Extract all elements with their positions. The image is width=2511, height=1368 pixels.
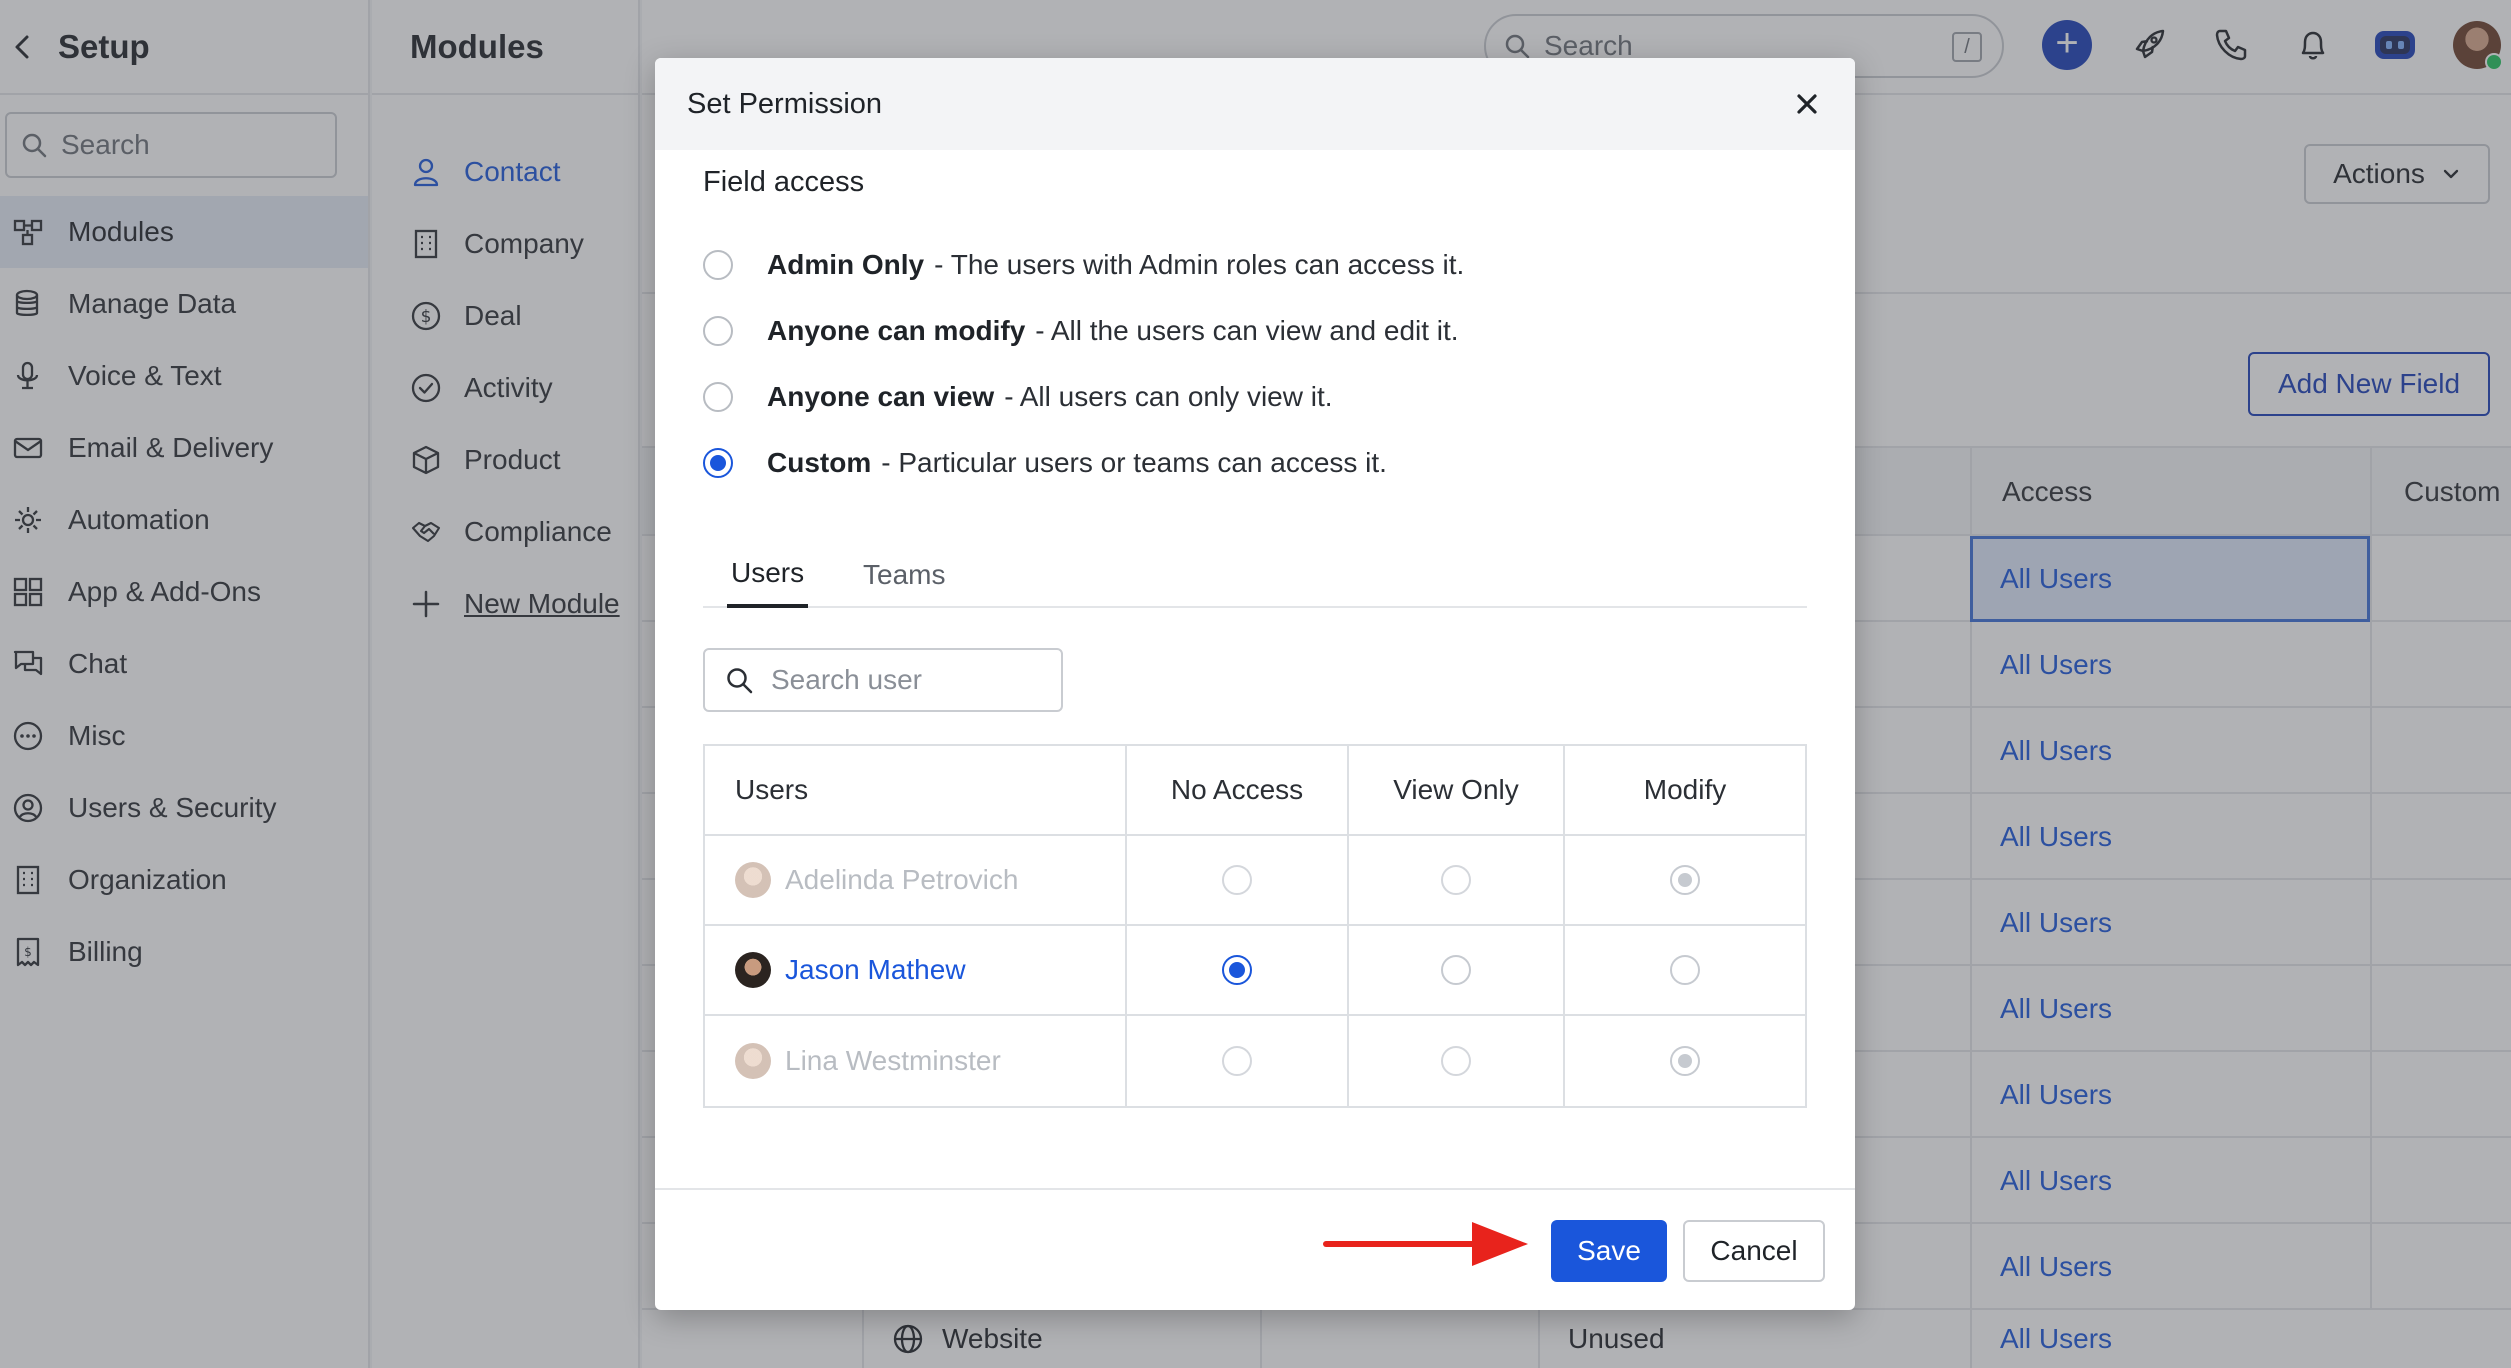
radio-modify[interactable] bbox=[1670, 955, 1700, 985]
user-name: Lina Westminster bbox=[785, 1045, 1001, 1076]
dialog-header: Set Permission bbox=[655, 58, 1855, 150]
column-header-users: Users bbox=[705, 746, 1127, 834]
radio-anyone-view[interactable] bbox=[703, 382, 733, 412]
radio-anyone-modify[interactable] bbox=[703, 316, 733, 346]
field-access-options: Admin Only - The users with Admin roles … bbox=[703, 232, 1464, 496]
radio-no-access bbox=[1222, 865, 1252, 895]
permission-tabs: Users Teams bbox=[703, 542, 1807, 608]
option-description: - The users with Admin roles can access … bbox=[934, 249, 1465, 280]
user-name[interactable]: Jason Mathew bbox=[785, 954, 966, 986]
radio-modify bbox=[1670, 1046, 1700, 1076]
radio-modify bbox=[1670, 865, 1700, 895]
tab-teams[interactable]: Teams bbox=[863, 542, 945, 608]
radio-no-access[interactable] bbox=[1222, 955, 1252, 985]
user-cell: Lina Westminster bbox=[705, 1016, 1127, 1106]
column-header-view-only: View Only bbox=[1349, 746, 1565, 834]
avatar bbox=[735, 952, 771, 988]
radio-view-only bbox=[1441, 1046, 1471, 1076]
option-anyone-modify[interactable]: Anyone can modify - All the users can vi… bbox=[703, 298, 1464, 364]
annotation-arrow-icon bbox=[1322, 1216, 1532, 1272]
option-description: - All the users can view and edit it. bbox=[1035, 315, 1459, 346]
save-button[interactable]: Save bbox=[1551, 1220, 1667, 1282]
close-icon[interactable] bbox=[1789, 86, 1825, 122]
no-access-cell bbox=[1127, 926, 1349, 1014]
modify-cell bbox=[1565, 926, 1805, 1014]
avatar bbox=[735, 1043, 771, 1079]
user-permission-table: Users No Access View Only Modify Adelind… bbox=[703, 744, 1807, 1108]
radio-custom[interactable] bbox=[703, 448, 733, 478]
user-name: Adelinda Petrovich bbox=[785, 864, 1019, 895]
cancel-button[interactable]: Cancel bbox=[1683, 1220, 1825, 1282]
avatar bbox=[735, 862, 771, 898]
user-cell: Jason Mathew bbox=[705, 926, 1127, 1014]
search-user-placeholder: Search user bbox=[771, 664, 922, 695]
option-description: - All users can only view it. bbox=[1004, 381, 1333, 412]
set-permission-dialog: Set Permission Field access Admin Only -… bbox=[655, 58, 1855, 1310]
option-title: Admin Only bbox=[767, 249, 925, 280]
radio-view-only[interactable] bbox=[1441, 955, 1471, 985]
radio-no-access bbox=[1222, 1046, 1252, 1076]
search-user-input[interactable]: Search user bbox=[703, 648, 1063, 712]
option-title: Anyone can view bbox=[767, 381, 995, 412]
modify-cell bbox=[1565, 836, 1805, 924]
column-header-modify: Modify bbox=[1643, 774, 1727, 805]
option-description: - Particular users or teams can access i… bbox=[881, 447, 1387, 478]
no-access-cell bbox=[1127, 1016, 1349, 1106]
option-admin-only[interactable]: Admin Only - The users with Admin roles … bbox=[703, 232, 1464, 298]
option-custom[interactable]: Custom - Particular users or teams can a… bbox=[703, 430, 1464, 496]
search-icon bbox=[725, 666, 753, 694]
dialog-title: Set Permission bbox=[687, 87, 883, 120]
dialog-footer: Save Cancel bbox=[655, 1188, 1855, 1310]
no-access-cell bbox=[1127, 836, 1349, 924]
option-title: Custom bbox=[767, 447, 872, 478]
view-only-cell bbox=[1349, 836, 1565, 924]
user-cell: Adelinda Petrovich bbox=[705, 836, 1127, 924]
modify-cell bbox=[1565, 1016, 1805, 1106]
radio-admin-only[interactable] bbox=[703, 250, 733, 280]
table-row: Jason Mathew bbox=[705, 926, 1805, 1016]
tab-users[interactable]: Users bbox=[727, 542, 809, 608]
radio-view-only bbox=[1441, 865, 1471, 895]
column-header-no-access: No Access bbox=[1127, 746, 1349, 834]
option-title: Anyone can modify bbox=[767, 315, 1026, 346]
view-only-cell bbox=[1349, 926, 1565, 1014]
field-access-title: Field access bbox=[703, 166, 865, 198]
option-anyone-view[interactable]: Anyone can view - All users can only vie… bbox=[703, 364, 1464, 430]
table-row: Adelinda Petrovich bbox=[705, 836, 1805, 926]
table-row: Lina Westminster bbox=[705, 1016, 1805, 1106]
view-only-cell bbox=[1349, 1016, 1565, 1106]
table-header-row: Users No Access View Only Modify bbox=[705, 746, 1805, 836]
